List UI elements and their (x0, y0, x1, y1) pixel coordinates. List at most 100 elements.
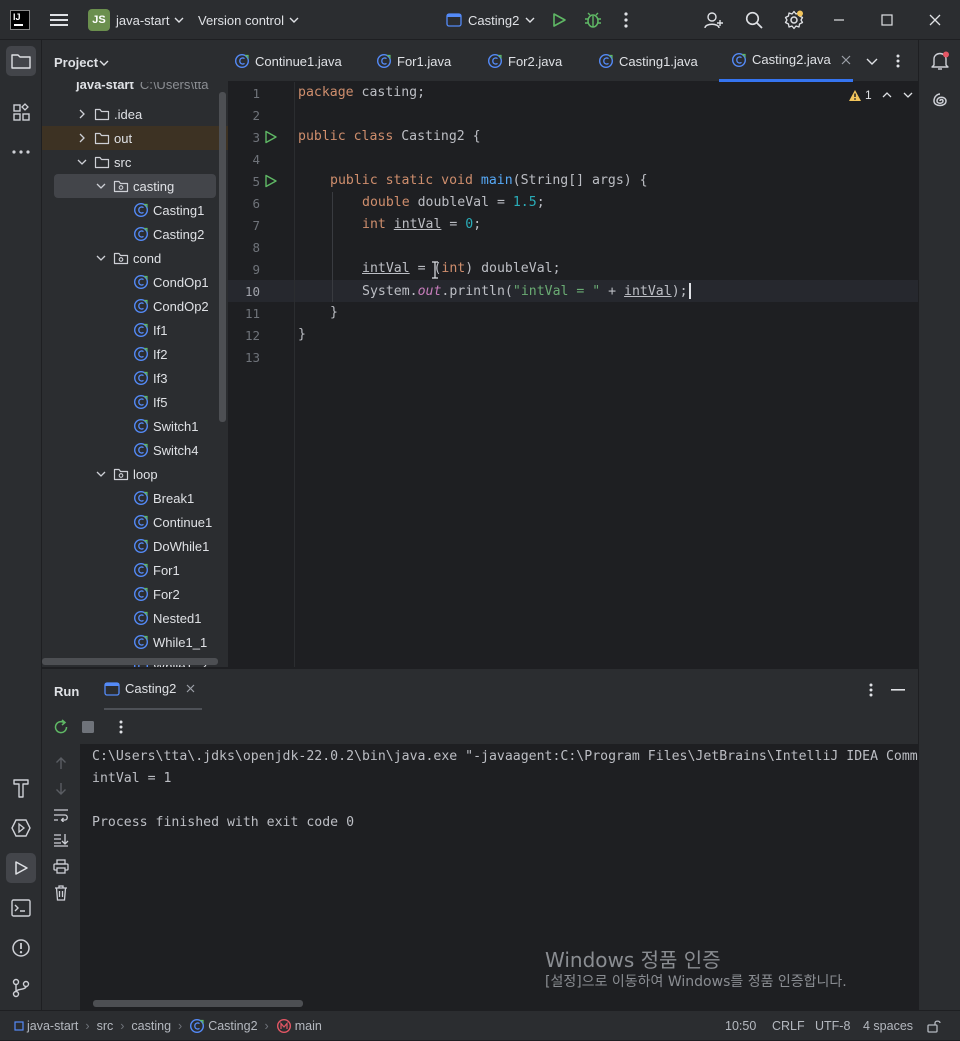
chevron-down-icon[interactable] (95, 468, 107, 480)
tree-item[interactable]: DoWhile1 (42, 534, 228, 558)
line-number: 6 (252, 196, 260, 211)
chevron-down-icon[interactable] (95, 180, 107, 192)
tree-item[interactable]: For2 (42, 582, 228, 606)
rerun-icon[interactable] (53, 719, 69, 735)
breadcrumb-item[interactable]: casting (131, 1019, 171, 1033)
stop-icon[interactable] (82, 721, 94, 733)
tree-item[interactable]: Casting2 (42, 222, 228, 246)
console-horizontal-scrollbar[interactable] (93, 1000, 303, 1007)
tab-for2[interactable]: For2.java (487, 40, 562, 82)
inspection-widget[interactable]: 1 (848, 87, 913, 103)
close-window-button[interactable] (929, 0, 941, 40)
read-only-toggle[interactable] (927, 1011, 941, 1041)
tabs-dropdown-button[interactable] (866, 40, 878, 82)
tab-casting2[interactable]: Casting2.java (719, 40, 853, 82)
tree-item[interactable]: casting (54, 174, 216, 198)
breadcrumb-item[interactable]: src (97, 1019, 114, 1033)
print-icon[interactable] (53, 859, 69, 874)
breadcrumb-item[interactable]: Casting2 (208, 1019, 257, 1033)
tree-item[interactable]: Continue1 (42, 510, 228, 534)
line-number: 12 (244, 328, 260, 343)
close-icon[interactable] (841, 55, 851, 65)
line-number: 13 (244, 350, 260, 365)
tree-item[interactable]: If2 (42, 342, 228, 366)
close-icon[interactable] (186, 684, 195, 693)
chevron-right-icon[interactable] (76, 108, 88, 120)
git-tool-button[interactable] (6, 973, 36, 1003)
app-logo[interactable]: IJ (10, 0, 30, 40)
services-tool-button[interactable] (6, 813, 36, 843)
ai-assistant-button[interactable] (925, 86, 955, 116)
tree-item[interactable]: CondOp1 (42, 270, 228, 294)
tree-item[interactable]: Nested1 (42, 606, 228, 630)
maximize-button[interactable] (881, 0, 893, 40)
terminal-tool-button[interactable] (6, 893, 36, 923)
search-button[interactable] (745, 0, 763, 40)
main-menu-button[interactable] (50, 0, 68, 40)
left-tool-strip (0, 40, 42, 1010)
settings-button[interactable] (784, 0, 804, 40)
arrow-up-icon[interactable] (54, 756, 68, 770)
tab-for1[interactable]: For1.java (376, 40, 451, 82)
chevron-down-icon[interactable] (95, 252, 107, 264)
soft-wrap-icon[interactable] (53, 808, 69, 822)
minimize-panel-icon[interactable] (891, 689, 905, 691)
tabs-more-button[interactable] (896, 40, 900, 82)
project-panel-title[interactable]: Project (54, 55, 98, 70)
chevron-down-icon[interactable] (76, 156, 88, 168)
tree-item[interactable]: If3 (42, 366, 228, 390)
problems-tool-button[interactable] (6, 933, 36, 963)
tree-item[interactable]: loop (42, 462, 228, 486)
chevron-up-icon[interactable] (882, 90, 892, 100)
run-gutter-icon[interactable] (264, 174, 278, 188)
tab-casting1[interactable]: Casting1.java (598, 40, 698, 82)
vcs-menu[interactable]: Version control (198, 0, 299, 40)
tree-item[interactable]: cond (42, 246, 228, 270)
tree-item[interactable]: If1 (42, 318, 228, 342)
tree-horizontal-scrollbar[interactable] (42, 658, 218, 665)
project-switcher[interactable]: JS java-start (88, 0, 184, 40)
caret-position[interactable]: 10:50 (725, 1011, 756, 1041)
run-tool-button[interactable] (6, 853, 36, 883)
notifications-button[interactable] (925, 46, 955, 76)
minimize-button[interactable] (833, 0, 845, 40)
arrow-down-icon[interactable] (54, 782, 68, 796)
code-editor[interactable]: 1 2 3 4 5 6 7 8 9 10 11 12 13 1 package casting; pub… (228, 82, 918, 667)
more-vertical-icon[interactable] (869, 683, 873, 697)
tree-item[interactable]: Switch1 (42, 414, 228, 438)
tab-continue1[interactable]: Continue1.java (234, 40, 342, 82)
more-tools-button[interactable] (6, 137, 36, 167)
tree-item[interactable]: If5 (42, 390, 228, 414)
tree-item[interactable]: While1_1 (42, 630, 228, 654)
chevron-right-icon[interactable] (76, 132, 88, 144)
breadcrumb-item[interactable]: main (295, 1019, 322, 1033)
add-user-button[interactable] (704, 0, 724, 40)
debug-button[interactable] (584, 0, 602, 40)
tree-item[interactable]: Switch4 (42, 438, 228, 462)
run-tab-casting2[interactable]: Casting2 (104, 669, 202, 711)
more-vertical-icon[interactable] (119, 720, 123, 734)
tree-item[interactable]: Break1 (42, 486, 228, 510)
trash-icon[interactable] (54, 885, 68, 901)
line-separator[interactable]: CRLF (772, 1011, 805, 1041)
tree-item[interactable]: For1 (42, 558, 228, 582)
structure-tool-button[interactable] (6, 97, 36, 127)
project-tool-button[interactable] (6, 46, 36, 76)
chevron-down-icon[interactable] (903, 90, 913, 100)
run-button[interactable] (551, 0, 567, 40)
tree-item[interactable]: out (42, 126, 228, 150)
tree-item[interactable]: Casting1 (42, 198, 228, 222)
console-output[interactable]: C:\Users\tta\.jdks\openjdk-22.0.2\bin\ja… (80, 744, 918, 1010)
tree-item[interactable]: CondOp2 (42, 294, 228, 318)
file-encoding[interactable]: UTF-8 (815, 1011, 850, 1041)
more-actions-button[interactable] (624, 0, 628, 40)
scroll-to-end-icon[interactable] (53, 833, 69, 847)
tree-item[interactable]: .idea (42, 102, 228, 126)
tree-vertical-scrollbar[interactable] (219, 92, 226, 422)
run-config-selector[interactable]: Casting2 (446, 0, 535, 40)
indent-setting[interactable]: 4 spaces (863, 1011, 913, 1041)
build-tool-button[interactable] (6, 773, 36, 803)
tree-item[interactable]: src (42, 150, 228, 174)
run-gutter-icon[interactable] (264, 130, 278, 144)
breadcrumb-item[interactable]: java-start (27, 1019, 78, 1033)
